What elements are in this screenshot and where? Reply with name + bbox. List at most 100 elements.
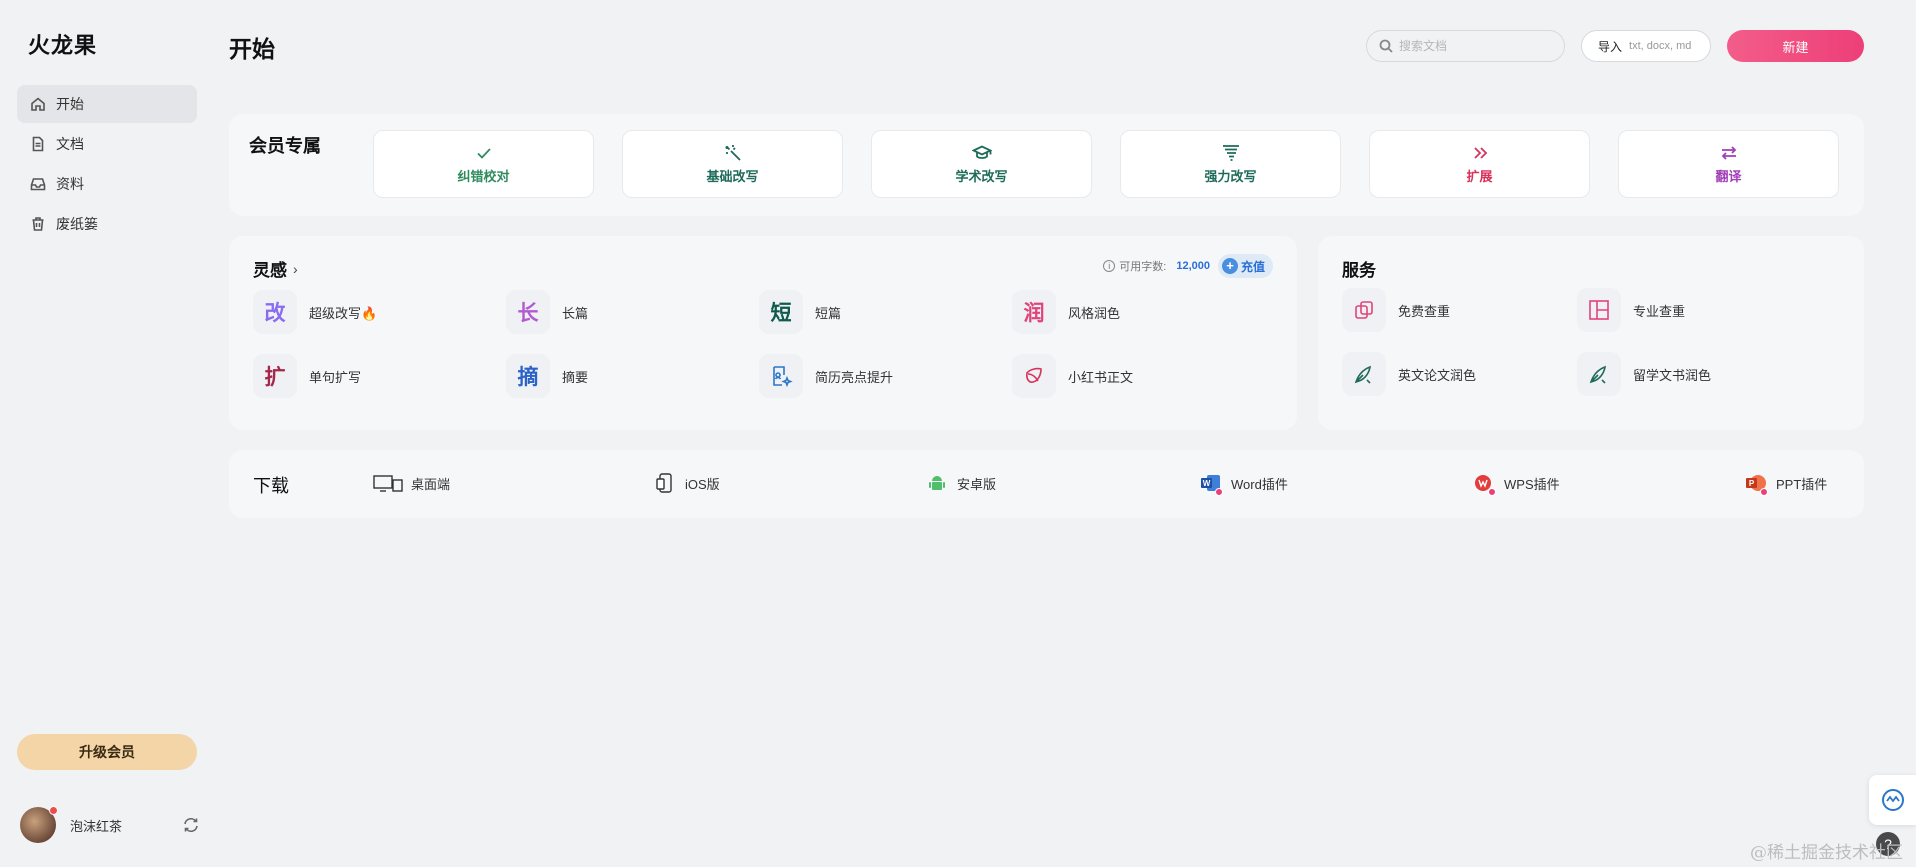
sync-icon[interactable]	[182, 816, 200, 834]
inspiration-panel: 灵感 › i 可用字数: 12,000 + 充值 改 超级改写🔥 长 长篇 短 …	[229, 236, 1297, 430]
tool-resume-highlight[interactable]: 简历亮点提升	[759, 354, 893, 398]
service-label: 专业查重	[1633, 303, 1686, 319]
service-english-polish[interactable]: 英文论文润色	[1342, 352, 1476, 396]
download-ppt-plugin[interactable]: P PPT插件	[1744, 473, 1827, 496]
download-desktop[interactable]: 桌面端	[373, 473, 450, 493]
tool-glyph: 长	[506, 290, 550, 334]
new-button[interactable]: 新建	[1727, 30, 1864, 62]
service-free-check[interactable]: 免费查重	[1342, 288, 1450, 332]
service-study-abroad-polish[interactable]: 留学文书润色	[1577, 352, 1711, 396]
layout-icon	[1589, 300, 1609, 320]
user-name: 泡沫红茶	[70, 818, 123, 834]
avatar[interactable]	[20, 806, 58, 843]
icon-wrap	[1472, 473, 1496, 496]
service-panel: 服务 免费查重 专业查重 英文论文润色 留学文书润色	[1318, 236, 1864, 430]
sidebar-item-label: 资料	[56, 176, 84, 192]
member-card-expand[interactable]: 扩展	[1369, 130, 1590, 198]
android-icon	[929, 476, 945, 490]
sidebar-item-trash[interactable]: 废纸篓	[17, 205, 197, 243]
plugin-badge	[1488, 488, 1496, 496]
download-word-plugin[interactable]: W Word插件	[1199, 473, 1288, 496]
chevron-right-icon: ›	[293, 260, 298, 277]
tool-label: 超级改写🔥	[309, 305, 378, 321]
download-wps-plugin[interactable]: WPS插件	[1472, 473, 1560, 496]
home-icon	[31, 97, 45, 111]
tool-summary[interactable]: 摘 摘要	[506, 354, 588, 398]
tool-glyph	[1342, 288, 1386, 332]
sidebar-item-start[interactable]: 开始	[17, 85, 197, 123]
leaf-icon	[1026, 367, 1042, 383]
watermark: @稀土掘金技术社区	[1750, 843, 1903, 863]
download-ios[interactable]: iOS版	[653, 473, 720, 493]
import-label: 导入	[1598, 39, 1623, 54]
user-profile[interactable]: 泡沫红茶	[20, 806, 200, 844]
service-label: 免费查重	[1398, 303, 1451, 319]
ios-icon	[656, 473, 672, 493]
download-panel: 下载 桌面端 iOS版 安卓版 W Word插件 WPS插件 P PPT插件	[229, 450, 1864, 518]
upgrade-button[interactable]: 升级会员	[17, 734, 197, 770]
copy-check-icon	[1355, 301, 1373, 319]
plugin-badge	[1760, 488, 1768, 496]
tool-super-rewrite[interactable]: 改 超级改写🔥	[253, 290, 377, 334]
tool-label: 摘要	[562, 369, 589, 385]
graduation-cap-icon	[971, 145, 992, 159]
sidebar-item-label: 废纸篓	[56, 216, 98, 232]
member-card-basic-rewrite[interactable]: 基础改写	[622, 130, 843, 198]
page-title: 开始	[229, 36, 275, 62]
service-label: 留学文书润色	[1633, 367, 1712, 383]
tool-short[interactable]: 短 短篇	[759, 290, 841, 334]
sidebar-item-materials[interactable]: 资料	[17, 165, 197, 203]
tool-style-polish[interactable]: 润 风格润色	[1012, 290, 1120, 334]
sidebar-item-label: 文档	[56, 136, 84, 152]
member-card-label: 学术改写	[955, 169, 1008, 184]
service-pro-check[interactable]: 专业查重	[1577, 288, 1685, 332]
search-input[interactable]	[1399, 39, 1549, 53]
recharge-button[interactable]: + 充值	[1217, 254, 1273, 278]
icon-wrap: P	[1744, 473, 1768, 496]
tool-label: 小红书正文	[1068, 369, 1134, 385]
service-label: 英文论文润色	[1398, 367, 1477, 383]
tool-label: 长篇	[562, 305, 589, 321]
floating-assistant-button[interactable]	[1869, 775, 1916, 825]
inspiration-title[interactable]: 灵感 ›	[253, 256, 298, 281]
magic-wand-icon	[725, 145, 741, 161]
import-button[interactable]: 导入 txt, docx, md	[1581, 30, 1711, 62]
icon-wrap	[925, 473, 949, 493]
swap-icon	[1721, 146, 1736, 160]
inbox-icon	[30, 178, 46, 191]
sidebar-item-label: 开始	[56, 96, 84, 112]
trash-icon	[32, 217, 44, 231]
quota-value: 12,000	[1176, 260, 1210, 272]
member-title: 会员专属	[249, 136, 321, 156]
download-label: WPS插件	[1504, 476, 1560, 492]
tool-glyph: 摘	[506, 354, 550, 398]
assistant-icon	[1881, 789, 1904, 811]
double-chevron-right-icon	[1473, 147, 1487, 159]
quota-label: 可用字数:	[1119, 261, 1167, 273]
app-logo[interactable]: 火龙果	[28, 28, 97, 60]
sidebar-item-documents[interactable]: 文档	[17, 125, 197, 163]
document-icon	[32, 136, 44, 152]
notification-dot	[49, 806, 58, 815]
tool-glyph: 扩	[253, 354, 297, 398]
member-panel: 会员专属 纠错校对 基础改写 学术改写 强力改写 扩展 翻译	[229, 114, 1864, 216]
member-card-academic-rewrite[interactable]: 学术改写	[871, 130, 1092, 198]
tool-xiaohongshu[interactable]: 小红书正文	[1012, 354, 1133, 398]
download-label: Word插件	[1231, 476, 1288, 492]
download-title: 下载	[253, 476, 289, 496]
tool-glyph	[759, 354, 803, 398]
member-card-label: 基础改写	[706, 169, 759, 184]
tool-sentence-expand[interactable]: 扩 单句扩写	[253, 354, 361, 398]
member-card-label: 翻译	[1715, 169, 1742, 184]
search-box[interactable]	[1366, 30, 1565, 62]
tool-glyph	[1577, 352, 1621, 396]
member-card-strong-rewrite[interactable]: 强力改写	[1120, 130, 1341, 198]
service-title: 服务	[1342, 261, 1376, 280]
member-card-translate[interactable]: 翻译	[1618, 130, 1839, 198]
tool-glyph: 润	[1012, 290, 1056, 334]
member-card-proofread[interactable]: 纠错校对	[373, 130, 594, 198]
tool-glyph	[1012, 354, 1056, 398]
tool-long[interactable]: 长 长篇	[506, 290, 588, 334]
download-android[interactable]: 安卓版	[925, 473, 996, 493]
pen-icon	[1589, 365, 1607, 384]
